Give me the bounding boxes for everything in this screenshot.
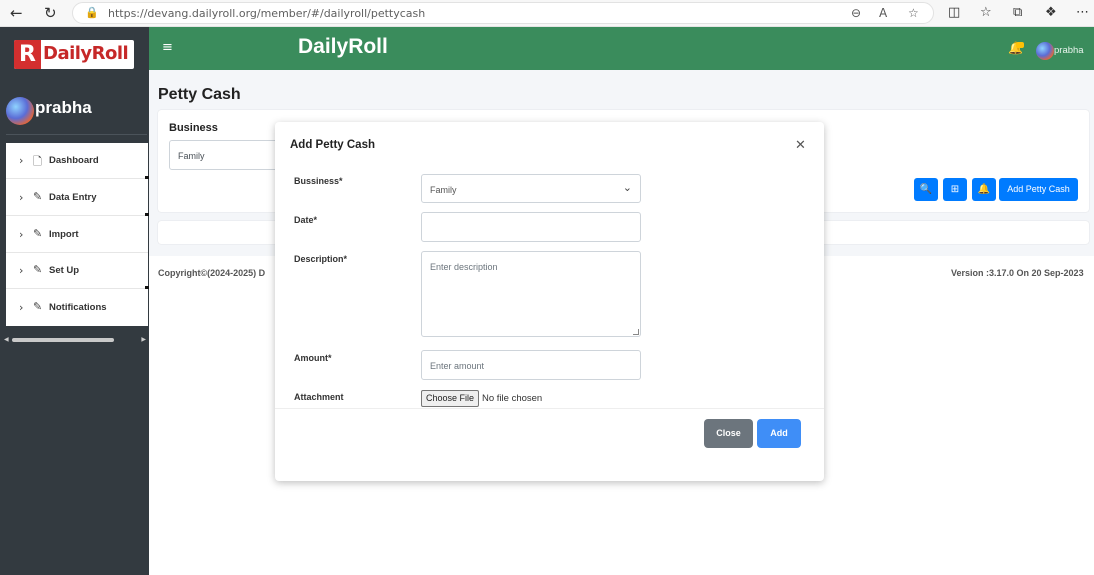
- scrollbar-thumb[interactable]: [12, 338, 114, 342]
- amount-input[interactable]: Enter amount: [421, 350, 641, 380]
- sidebar-item-dashboard[interactable]: › 🗋 Dashboard: [6, 143, 149, 179]
- sidebar-menu: › 🗋 Dashboard › ✎ Data Entry › ✎ Import …: [6, 143, 149, 326]
- back-arrow-icon[interactable]: ←: [10, 4, 23, 22]
- file-icon: 🗋: [33, 155, 42, 168]
- sidebar-item-data-entry[interactable]: › ✎ Data Entry: [6, 180, 149, 216]
- scroll-left-icon[interactable]: ◀: [4, 336, 9, 343]
- chevron-down-icon: ⌄: [622, 181, 632, 194]
- scroll-right-icon[interactable]: ▶: [141, 336, 146, 343]
- business-select[interactable]: Family ⌄: [421, 174, 641, 203]
- table-view-button[interactable]: ⊞: [943, 178, 967, 201]
- description-field-label: Description*: [294, 254, 348, 264]
- amount-field-label: Amount*: [294, 353, 332, 363]
- resize-handle[interactable]: [633, 329, 639, 335]
- business-select[interactable]: Family: [169, 140, 289, 170]
- sidebar-item-label: Set Up: [49, 265, 80, 276]
- top-navbar: ≡ DailyRoll 🔔 prabha: [149, 27, 1094, 70]
- bell-icon: 🔔: [977, 184, 991, 195]
- table-icon: ⊞: [950, 184, 960, 195]
- close-button[interactable]: Close: [704, 419, 753, 448]
- favorites-icon[interactable]: ☆: [980, 5, 992, 20]
- url-text[interactable]: https://devang.dailyroll.org/member/#/da…: [108, 7, 425, 20]
- brand-title: DailyRoll: [298, 35, 388, 58]
- notification-badge: [1016, 42, 1024, 48]
- collections-icon[interactable]: ⧉: [1013, 5, 1022, 20]
- date-field-label: Date*: [294, 215, 318, 225]
- logo-letter: R: [14, 40, 41, 69]
- sidebar-scrollbar[interactable]: ◀ ▶: [4, 336, 146, 344]
- pencil-icon: ✎: [33, 263, 43, 276]
- chevron-right-icon: ›: [19, 264, 24, 277]
- avatar: [6, 97, 34, 125]
- pencil-icon: ✎: [33, 227, 43, 240]
- star-icon[interactable]: ☆: [908, 6, 919, 20]
- copyright-text: Copyright©(2024-2025) D: [158, 268, 266, 278]
- choose-file-button[interactable]: Choose File: [421, 390, 479, 407]
- close-icon[interactable]: ✕: [795, 138, 806, 153]
- extensions-icon[interactable]: ❖: [1045, 5, 1057, 20]
- chevron-right-icon: ›: [19, 191, 24, 204]
- pencil-icon: ✎: [33, 300, 43, 313]
- business-select-value: Family: [430, 185, 457, 195]
- business-field-label: Bussiness*: [294, 176, 343, 186]
- active-marker: [145, 286, 149, 289]
- description-placeholder: Enter description: [430, 262, 498, 272]
- read-aloud-icon[interactable]: A: [879, 6, 887, 20]
- logo-text: DailyRoll: [43, 43, 129, 64]
- sidebar-item-label: Data Entry: [49, 192, 97, 203]
- description-textarea[interactable]: Enter description: [421, 251, 641, 337]
- sidebar-user-name: prabha: [35, 98, 92, 117]
- app-logo[interactable]: R DailyRoll: [14, 40, 134, 69]
- search-icon: 🔍: [919, 184, 933, 195]
- sidebar-item-import[interactable]: › ✎ Import: [6, 217, 148, 253]
- menu-toggle-icon[interactable]: ≡: [162, 40, 173, 55]
- sidebar-item-notifications[interactable]: › ✎ Notifications: [6, 290, 148, 326]
- amount-placeholder: Enter amount: [430, 361, 485, 371]
- browser-toolbar: ← ↻ 🔒 https://devang.dailyroll.org/membe…: [0, 0, 1094, 27]
- add-button[interactable]: Add: [757, 419, 801, 448]
- sidebar-item-label: Import: [49, 229, 79, 240]
- sidebar-item-set-up[interactable]: › ✎ Set Up: [6, 253, 149, 289]
- sidebar-item-label: Notifications: [49, 302, 107, 313]
- file-status-text: No file chosen: [482, 393, 543, 404]
- version-text: Version :3.17.0 On 20 Sep-2023: [951, 268, 1084, 278]
- avatar[interactable]: [1036, 42, 1054, 60]
- add-petty-cash-modal: Add Petty Cash ✕ Bussiness* Family ⌄ Dat…: [275, 122, 824, 481]
- modal-title: Add Petty Cash: [290, 139, 375, 151]
- sidebar-item-label: Dashboard: [49, 155, 99, 166]
- chevron-right-icon: ›: [19, 228, 24, 241]
- divider: [6, 134, 147, 135]
- reload-icon[interactable]: ↻: [44, 4, 57, 22]
- chevron-right-icon: ›: [19, 154, 24, 167]
- split-screen-icon[interactable]: ◫: [948, 5, 960, 20]
- notify-button[interactable]: 🔔: [972, 178, 996, 201]
- zoom-icon[interactable]: ⊖: [851, 6, 861, 20]
- divider: [275, 408, 824, 409]
- add-petty-cash-button[interactable]: Add Petty Cash: [999, 178, 1078, 201]
- sidebar: R DailyRoll prabha › 🗋 Dashboard › ✎ Dat…: [0, 27, 149, 575]
- more-icon[interactable]: ⋯: [1076, 5, 1089, 20]
- address-bar[interactable]: 🔒 https://devang.dailyroll.org/member/#/…: [72, 2, 934, 24]
- search-button[interactable]: 🔍: [914, 178, 938, 201]
- chevron-right-icon: ›: [19, 301, 24, 314]
- business-select-value: Family: [178, 151, 205, 161]
- date-input[interactable]: [421, 212, 641, 242]
- pencil-icon: ✎: [33, 190, 43, 203]
- attachment-field-label: Attachment: [294, 392, 344, 402]
- topbar-user-name[interactable]: prabha: [1054, 45, 1084, 56]
- business-label: Business: [169, 122, 218, 134]
- page-title: Petty Cash: [158, 86, 241, 103]
- lock-icon[interactable]: 🔒: [85, 6, 99, 19]
